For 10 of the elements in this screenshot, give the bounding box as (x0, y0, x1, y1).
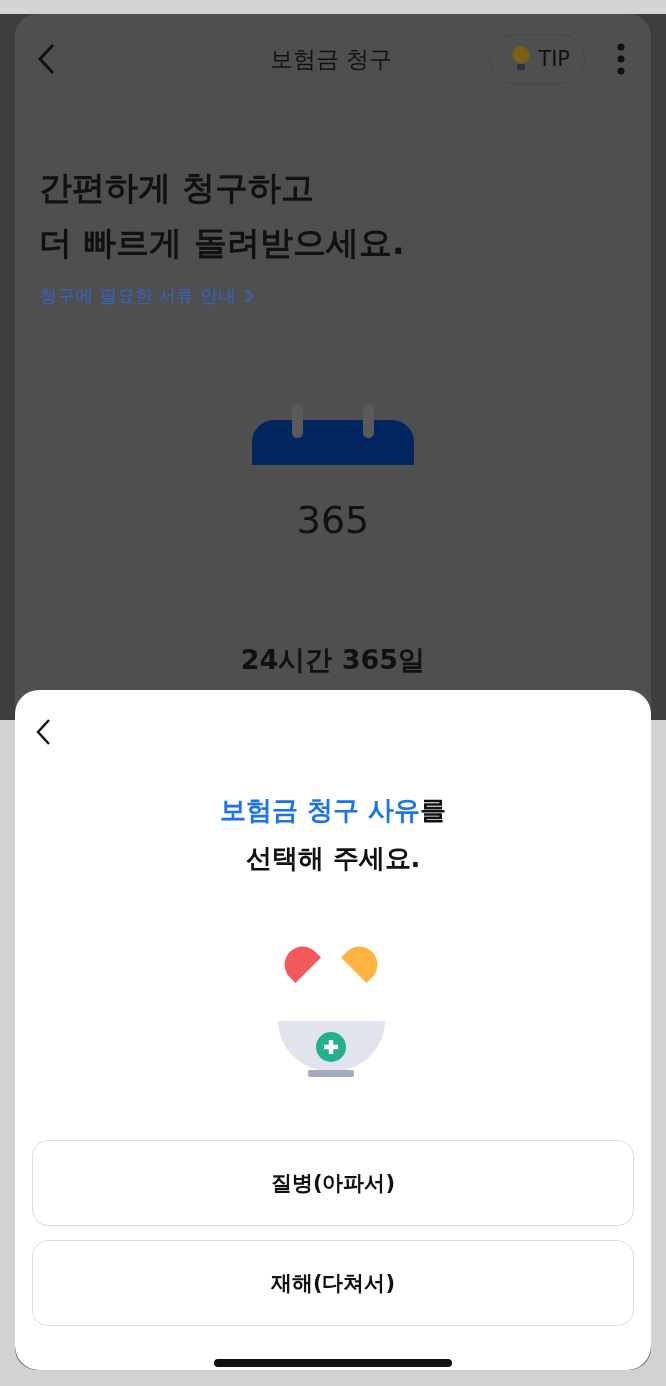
reason-option[interactable]: 질병(아파서) (32, 1140, 634, 1226)
sheet-title: 보험금 청구 사유를 선택해 주세요. (219, 794, 447, 875)
hero-heading: 간편하게 청구하고 더 빠르게 돌려받으세요. (39, 167, 406, 264)
chevron-right-icon (244, 288, 255, 304)
lightbulb-icon (512, 46, 531, 72)
reason-option[interactable]: 재해(다쳐서) (32, 1240, 634, 1326)
back-icon[interactable] (35, 718, 51, 746)
page-title: 보험금 청구 (269, 44, 393, 74)
more-icon[interactable] (617, 43, 625, 75)
service-caption: 24시간 365일 (239, 643, 427, 677)
